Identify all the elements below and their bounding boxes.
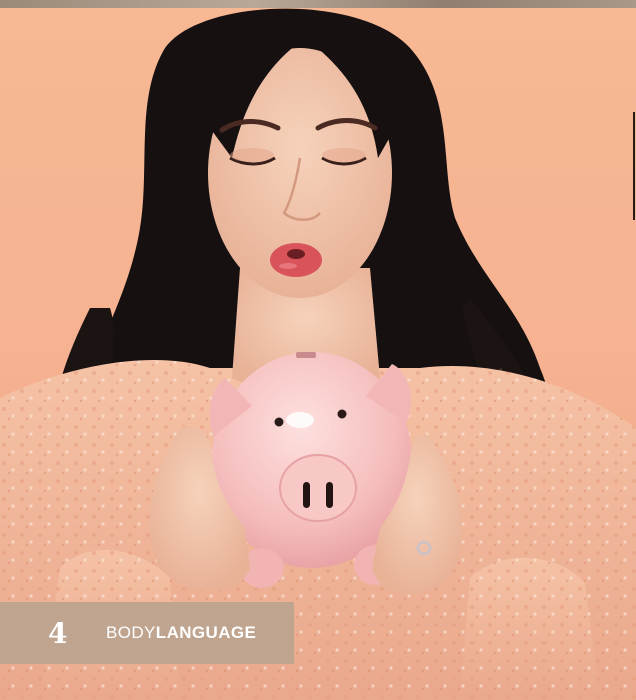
top-border-strip [0, 0, 636, 8]
lips [270, 243, 322, 277]
magazine-page: 4 BODYLANGUAGE [0, 0, 636, 700]
section-title-bold: LANGUAGE [155, 623, 257, 642]
page-number: 4 [48, 616, 68, 650]
woman-with-piggy-bank-photo [0, 8, 636, 700]
folio-band: 4 BODYLANGUAGE [0, 602, 294, 664]
section-title: BODYLANGUAGE [106, 623, 256, 643]
section-title-light: BODY [106, 623, 156, 642]
